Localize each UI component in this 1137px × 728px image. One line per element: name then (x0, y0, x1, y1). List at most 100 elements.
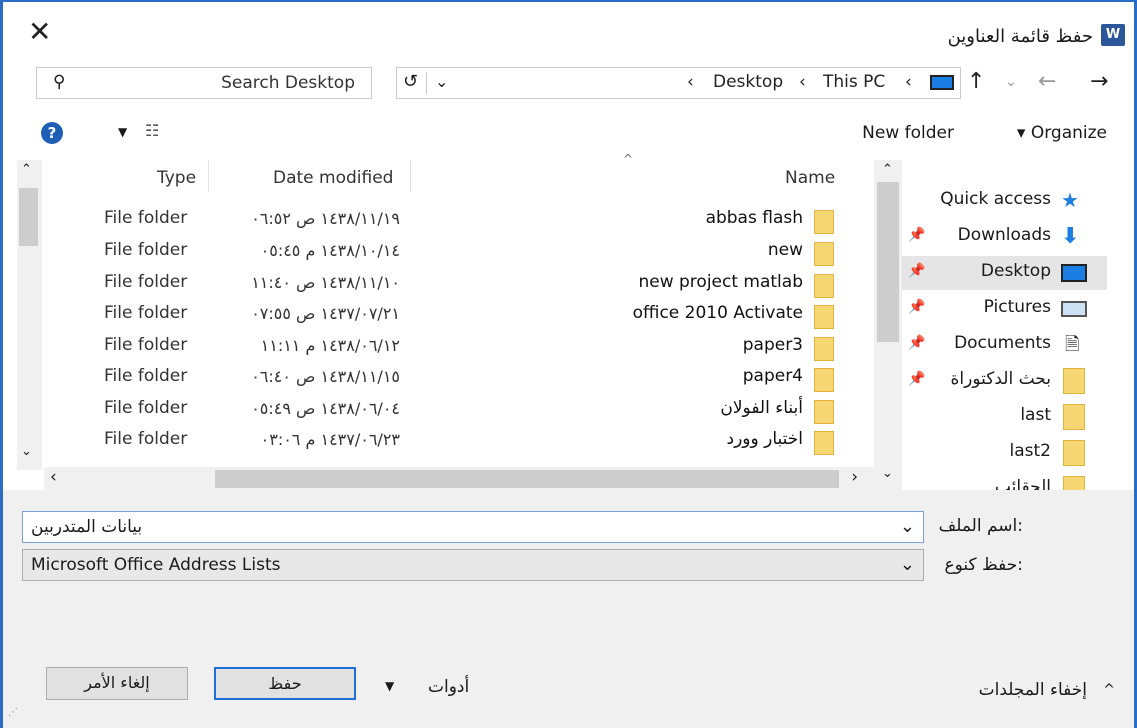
save-as-type-select[interactable]: Microsoft Office Address Lists ⌄ (22, 549, 924, 581)
nav-item-label: Documents (954, 333, 1051, 353)
file-name: office 2010 Activate (632, 303, 803, 323)
file-row[interactable]: File folder ١٤٣٨/١١/١٥ ص ٠٦:٤٠ paper4 (44, 366, 834, 397)
scrollbar-thumb[interactable] (19, 188, 38, 246)
nav-item-documents[interactable]: 📌 Documents 🗎 (902, 328, 1107, 362)
back-arrow-icon[interactable]: → (1090, 69, 1108, 94)
file-date: ١٤٣٨/٠٦/٠٤ ص ٠٥:٤٩ (251, 399, 400, 418)
file-row[interactable]: File folder ١٤٣٨/٠٦/١٢ م ١١:١١ paper3 (44, 335, 834, 366)
nav-item-label: بحث الدكتوراة (950, 369, 1051, 389)
folder-icon (1063, 440, 1085, 466)
save-dialog: ✕ W حفظ قائمة العناوين ⚲ Search Desktop … (0, 0, 1137, 728)
sort-ascending-icon: ^ (623, 152, 634, 166)
column-date-modified[interactable]: Date modified (273, 168, 393, 188)
file-row[interactable]: File folder ١٤٣٨/١١/١٠ ص ١١:٤٠ new proje… (44, 272, 834, 303)
nav-item-pictures[interactable]: 📌 Pictures (902, 292, 1107, 326)
file-name: اختبار وورد (726, 429, 803, 449)
file-row[interactable]: File folder ١٤٣٧/٠٦/٢٣ م ٠٣:٠٦ اختبار وو… (44, 429, 834, 460)
breadcrumb-separator: ‹ (687, 72, 694, 92)
window-title: حفظ قائمة العناوين (947, 26, 1093, 47)
chevron-down-icon[interactable]: ⌄ (900, 516, 915, 537)
file-type: File folder (104, 208, 188, 228)
nav-item-label: Quick access (940, 189, 1051, 209)
nav-item-desktop[interactable]: 📌 Desktop (902, 256, 1107, 290)
file-type: File folder (104, 366, 188, 386)
nav-item-label: الحقائب (994, 477, 1051, 490)
file-list-vertical-scrollbar[interactable]: ⌃ ⌄ (17, 160, 42, 470)
close-icon[interactable]: ✕ (28, 18, 51, 46)
file-name: paper3 (742, 335, 803, 355)
column-name[interactable]: Name (785, 168, 835, 188)
folder-icon (1063, 404, 1085, 430)
column-divider[interactable] (410, 160, 411, 192)
folder-icon (814, 337, 834, 361)
nav-item-last[interactable]: last (902, 400, 1107, 434)
tools-dropdown-icon[interactable]: ▼ (385, 679, 394, 693)
address-history-chevron-icon[interactable]: ⌄ (435, 72, 448, 91)
save-as-type-value: Microsoft Office Address Lists (31, 555, 281, 575)
forward-arrow-icon[interactable]: ← (1038, 69, 1056, 94)
file-type: File folder (104, 429, 188, 449)
file-row[interactable]: File folder ١٤٣٧/٠٧/٢١ ص ٠٧:٥٥ office 20… (44, 303, 834, 334)
hide-folders-button[interactable]: إخفاء المجلدات (979, 680, 1087, 700)
file-date: ١٤٣٧/٠٧/٢١ ص ٠٧:٥٥ (251, 304, 400, 323)
search-input[interactable]: ⚲ Search Desktop (36, 67, 372, 99)
recent-locations-chevron-icon[interactable]: ⌄ (1005, 74, 1017, 90)
organize-button[interactable]: ▾ Organize (1017, 123, 1107, 143)
file-name: أبناء الفولان (720, 398, 803, 418)
nav-item-bags[interactable]: الحقائب (902, 472, 1107, 490)
filename-value: بيانات المتدربين (31, 517, 143, 537)
address-bar[interactable]: ↺ ⌄ ‹ Desktop ‹ This PC ‹ (396, 67, 961, 99)
scroll-down-icon[interactable]: ⌄ (21, 444, 32, 459)
resize-grip-icon[interactable]: ⋰ (8, 707, 18, 718)
scrollbar-thumb[interactable] (877, 182, 899, 342)
nav-item-last2[interactable]: last2 (902, 436, 1107, 470)
pin-icon: 📌 (908, 227, 926, 243)
nav-item-label: Downloads (957, 225, 1051, 245)
chevron-up-icon[interactable]: ^ (1103, 682, 1115, 698)
file-date: ١٤٣٨/١٠/١٤ م ٠٥:٤٥ (260, 241, 400, 260)
view-details-icon[interactable]: ☷ (145, 121, 159, 140)
tools-button[interactable]: أدوات (428, 677, 469, 697)
scrollbar-thumb[interactable] (215, 470, 839, 488)
organize-label: Organize (1030, 123, 1107, 143)
refresh-icon[interactable]: ↺ (403, 71, 418, 92)
file-list-horizontal-scrollbar[interactable]: ‹ › (44, 467, 874, 490)
chevron-down-icon[interactable]: ⌄ (900, 554, 915, 575)
nav-item-phd-research[interactable]: 📌 بحث الدكتوراة (902, 364, 1107, 398)
scroll-down-icon[interactable]: ⌄ (882, 466, 893, 481)
column-divider[interactable] (208, 160, 209, 192)
desktop-icon (1061, 264, 1087, 282)
breadcrumb-desktop[interactable]: Desktop (713, 72, 783, 92)
cancel-button[interactable]: إلغاء الأمر (46, 667, 188, 700)
scroll-up-icon[interactable]: ⌃ (882, 162, 893, 177)
folder-icon (814, 431, 834, 455)
file-row[interactable]: File folder ١٤٣٨/٠٦/٠٤ ص ٠٥:٤٩ أبناء الف… (44, 398, 834, 429)
filename-label: اسم الملف: (938, 516, 1023, 536)
folder-icon (814, 210, 834, 234)
help-icon[interactable]: ? (41, 122, 63, 144)
file-date: ١٤٣٧/٠٦/٢٣ م ٠٣:٠٦ (260, 430, 400, 449)
save-button[interactable]: حفظ (214, 667, 356, 700)
filename-input[interactable]: بيانات المتدربين ⌄ (22, 511, 924, 543)
monitor-icon (930, 75, 954, 90)
column-type[interactable]: Type (157, 168, 196, 188)
nav-item-quick-access[interactable]: Quick access ★ (902, 184, 1107, 218)
new-folder-button[interactable]: New folder (862, 123, 954, 143)
file-type: File folder (104, 272, 188, 292)
scroll-up-icon[interactable]: ⌃ (21, 162, 32, 177)
file-name: abbas flash (705, 208, 803, 228)
scroll-right-icon[interactable]: › (851, 467, 858, 487)
up-arrow-icon[interactable]: ↑ (967, 69, 985, 94)
nav-pane-scrollbar[interactable]: ⌃ ⌄ (874, 160, 902, 490)
breadcrumb-this-pc[interactable]: This PC (823, 72, 885, 92)
save-as-type-label: حفظ كنوع: (944, 555, 1023, 575)
folder-icon (814, 274, 834, 298)
file-date: ١٤٣٨/١١/١٠ ص ١١:٤٠ (251, 273, 400, 292)
file-row[interactable]: File folder ١٤٣٨/١٠/١٤ م ٠٥:٤٥ new (44, 240, 834, 271)
scroll-left-icon[interactable]: ‹ (50, 467, 57, 487)
file-name: new project matlab (638, 272, 803, 292)
file-name: paper4 (742, 366, 803, 386)
file-row[interactable]: File folder ١٤٣٨/١١/١٩ ص ٠٦:٥٢ abbas fla… (44, 208, 834, 239)
nav-item-downloads[interactable]: 📌 Downloads ⬇ (902, 220, 1107, 254)
view-options-dropdown-icon[interactable]: ▼ (118, 125, 127, 139)
